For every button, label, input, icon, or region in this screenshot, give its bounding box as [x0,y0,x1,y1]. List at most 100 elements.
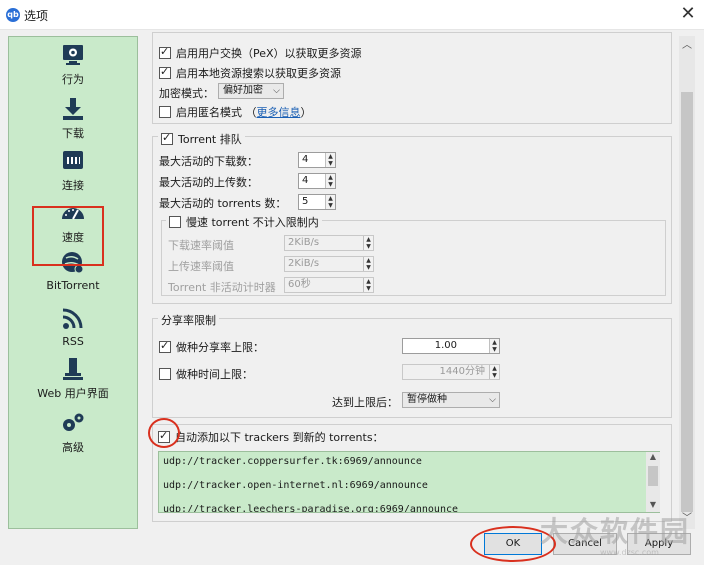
scroll-up-icon[interactable]: ︿ [679,38,695,54]
chevron-down-icon: ⌵ [489,395,496,405]
ratio-limit-value: 1.00 [434,340,457,351]
sidebar-item-label: Web 用户界面 [37,387,109,400]
close-icon[interactable]: ✕ [676,2,700,26]
sidebar-item-web-ui[interactable]: Web 用户界面 [9,357,137,401]
ratio-limit-spinbox[interactable]: 1.00 ▲ ▼ [402,338,500,354]
limit-action-value: 暂停做种 [407,394,447,405]
anonymous-checkbox[interactable] [159,106,171,118]
trackers-scroll-thumb[interactable] [648,466,658,486]
sidebar-item-label: 高级 [62,441,84,454]
download-rate-threshold-value: 2KiB/s [288,237,320,248]
upload-rate-threshold-spinbox: 2KiB/s ▲ ▼ [284,256,374,272]
watermark-url: www.dzsc.com [600,548,659,557]
rss-icon [62,308,83,329]
limit-action-label: 达到上限后： [332,396,398,409]
encryption-mode-select[interactable]: 偏好加密 ⌵ [218,83,284,99]
sidebar-item-label: BitTorrent [46,279,100,292]
more-info-link[interactable]: 更多信息 [257,106,301,119]
selection-highlight [32,206,104,266]
inactivity-timer-value: 60秒 [288,279,311,290]
qbittorrent-app-icon: qb [6,8,20,22]
anonymous-option[interactable]: 启用匿名模式 （更多信息） [159,104,312,120]
max-downloads-label: 最大活动的下载数： [159,155,258,168]
queueing-checkbox[interactable] [161,131,173,145]
max-uploads-label: 最大活动的上传数： [159,176,258,189]
upload-rate-threshold-label: 上传速率阈值 [168,260,234,273]
spin-arrows-icon[interactable]: ▲ ▼ [325,153,335,167]
options-scroll-thumb[interactable] [681,92,693,512]
sidebar-item-download[interactable]: 下载 [9,97,137,141]
ratio-limit-checkbox[interactable] [159,339,171,353]
tracker-line: udp://tracker.coppersurfer.tk:6969/annou… [163,456,422,467]
queueing-label: Torrent 排队 [178,133,242,146]
tracker-line: udp://tracker.open-internet.nl:6969/anno… [163,480,428,491]
limit-action-select[interactable]: 暂停做种 ⌵ [402,392,500,408]
web-ui-icon [63,358,83,380]
slow-torrents-checkbox[interactable] [169,216,181,228]
share-ratio-group-title: 分享率限制 [158,312,219,328]
seeding-time-label: 做种时间上限： [176,368,253,381]
spin-arrows-icon: ▲ ▼ [489,365,499,379]
sidebar-item-behavior[interactable]: 行为 [9,43,137,87]
seeding-time-value: 1440分钟 [439,366,485,377]
options-scrollbar[interactable]: ︿ ﹀ [679,36,695,529]
trackers-scrollbar[interactable]: ▲ ▼ [646,452,660,512]
slow-torrents-option[interactable]: 慢速 torrent 不计入限制内 [166,214,322,230]
download-rate-threshold-label: 下载速率阈值 [168,239,234,252]
ratio-limit-label: 做种分享率上限： [176,341,264,354]
chevron-down-icon: ⌵ [273,86,280,96]
lsd-label: 启用本地资源搜索以获取更多资源 [176,67,341,80]
spin-arrows-icon: ▲ ▼ [363,278,373,292]
download-icon [63,98,83,120]
pex-option[interactable]: 启用用户交换（PeX）以获取更多资源 [159,45,362,61]
seeding-time-checkbox[interactable] [159,368,171,380]
advanced-icon [63,413,84,431]
max-torrents-label: 最大活动的 torrents 数： [159,197,287,210]
window-title: 选项 [24,9,49,23]
ratio-limit-option[interactable]: 做种分享率上限： [159,339,264,355]
encryption-label: 加密模式： [159,87,214,100]
options-sidebar: 行为 下载 连接 速度 BitTorrent RSS Web 用户界面 高级 [8,36,138,529]
seeding-time-spinbox: 1440分钟 ▲ ▼ [402,364,500,380]
more-info-open-paren: （ [245,106,257,119]
sidebar-item-label: 行为 [62,73,84,86]
lsd-option[interactable]: 启用本地资源搜索以获取更多资源 [159,65,341,81]
connection-icon [63,151,83,169]
behavior-icon [63,45,83,65]
pex-checkbox[interactable] [159,45,171,59]
lsd-checkbox[interactable] [159,65,171,79]
auto-trackers-option[interactable]: 自动添加以下 trackers 到新的 torrents： [158,429,384,445]
queueing-group-title[interactable]: Torrent 排队 [158,131,245,147]
max-uploads-spinbox[interactable]: 4 ▲ ▼ [298,173,336,189]
seeding-time-option[interactable]: 做种时间上限： [159,366,253,382]
inactivity-timer-spinbox: 60秒 ▲ ▼ [284,277,374,293]
scroll-up-icon[interactable]: ▲ [646,452,660,464]
title-bar: qb 选项 ✕ [0,0,704,30]
trackers-textarea[interactable]: udp://tracker.coppersurfer.tk:6969/annou… [158,451,660,513]
sidebar-item-label: 下载 [62,127,84,140]
watermark: 大众软件园 www.dzsc.com [540,510,704,558]
spin-arrows-icon[interactable]: ▲ ▼ [489,339,499,353]
spin-arrows-icon[interactable]: ▲ ▼ [325,174,335,188]
spin-arrows-icon[interactable]: ▲ ▼ [325,195,335,209]
max-torrents-value: 5 [302,196,309,207]
sidebar-item-label: 连接 [62,179,84,192]
spin-arrows-icon: ▲ ▼ [363,257,373,271]
sidebar-item-connection[interactable]: 连接 [9,149,137,193]
inactivity-timer-label: Torrent 非活动计时器 [168,281,276,294]
max-downloads-value: 4 [302,154,309,165]
checkbox-highlight-circle [148,418,180,448]
anonymous-label: 启用匿名模式 [176,106,242,119]
encryption-mode-value: 偏好加密 [223,85,263,96]
tracker-line: udp://tracker.leechers-paradise.org:6969… [163,504,459,513]
more-info-close-paren: ） [300,106,312,119]
download-rate-threshold-spinbox: 2KiB/s ▲ ▼ [284,235,374,251]
watermark-text: 大众软件园 [540,515,691,548]
max-torrents-spinbox[interactable]: 5 ▲ ▼ [298,194,336,210]
max-downloads-spinbox[interactable]: 4 ▲ ▼ [298,152,336,168]
spin-arrows-icon: ▲ ▼ [363,236,373,250]
sidebar-item-rss[interactable]: RSS [9,307,137,348]
sidebar-item-advanced[interactable]: 高级 [9,411,137,455]
upload-rate-threshold-value: 2KiB/s [288,258,320,269]
max-uploads-value: 4 [302,175,309,186]
